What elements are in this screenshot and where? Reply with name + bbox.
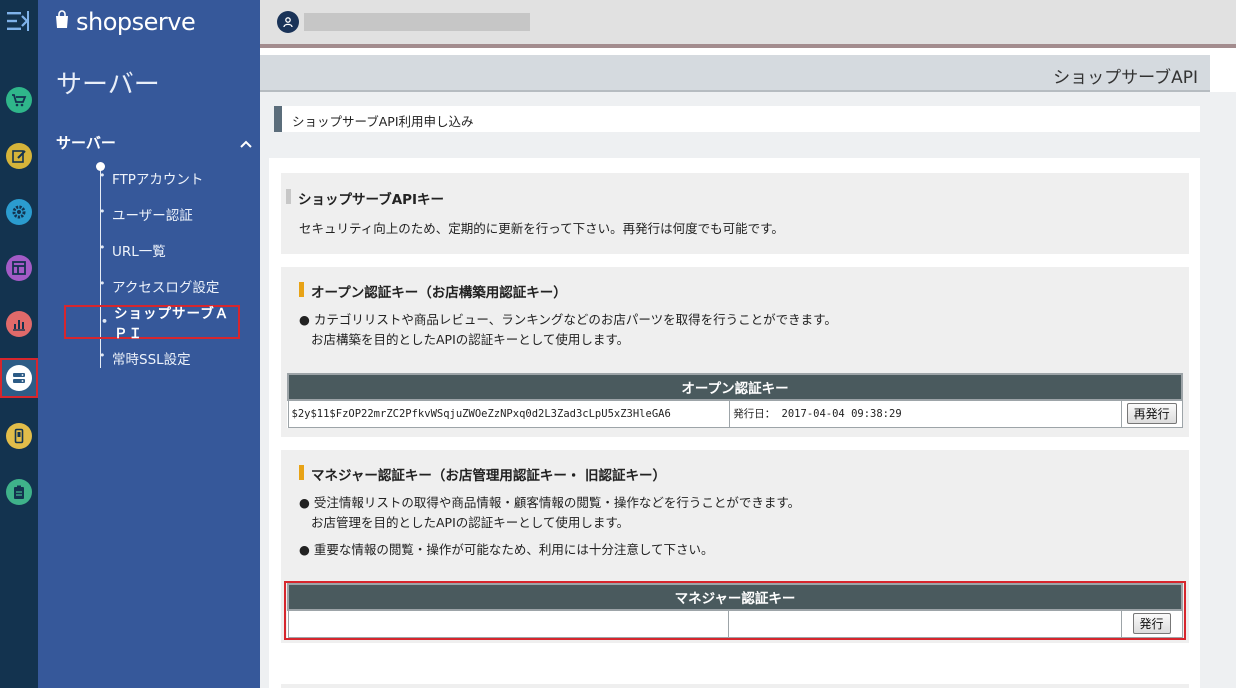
clipboard-icon xyxy=(6,479,32,505)
shopping-bag-icon xyxy=(54,10,70,34)
sidebar-item-label: 常時SSL設定 xyxy=(112,352,191,368)
chevron-up-icon xyxy=(240,134,252,152)
api-key-panel: ショップサーブAPIキー セキュリティ向上のため、定期的に更新を行って下さい。再… xyxy=(281,173,1189,254)
sidebar-item-url-list[interactable]: URL一覧 xyxy=(64,233,238,267)
user-avatar-icon[interactable] xyxy=(277,11,299,33)
sidebar: shopserve サーバー サーバー FTPアカウント ユーザー認証 URL一… xyxy=(38,0,260,688)
sidebar-item-always-ssl[interactable]: 常時SSL設定 xyxy=(64,341,238,375)
sidebar-title: サーバー xyxy=(56,70,160,100)
brand-logo[interactable]: shopserve xyxy=(54,8,196,36)
manager-key-desc-2: お店管理を目的としたAPIの認証キーとして使用します。 xyxy=(311,515,630,530)
open-key-value: $2y$11$FzOP22mrZC2PfkvWSqjuZWOeZzNPxq0d2… xyxy=(287,399,731,428)
breadcrumb-marker xyxy=(274,106,282,132)
breadcrumb-text: ショップサーブAPI利用申し込み xyxy=(292,114,474,129)
sidebar-item-label: ショップサーブＡＰＩ xyxy=(114,306,230,342)
open-key-desc-1: ● カテゴリリストや商品レビュー、ランキングなどのお店パーツを取得を行うことがで… xyxy=(299,312,837,327)
main-area: ショップサーブAPI利用申し込み ショップサーブAPIキー セキュリティ向上のた… xyxy=(260,92,1236,688)
top-header xyxy=(260,0,1236,48)
sidebar-item-shopserve-api[interactable]: ショップサーブＡＰＩ xyxy=(64,305,240,342)
open-key-action-cell: 再発行 xyxy=(1120,399,1183,428)
reissue-button[interactable]: 再発行 xyxy=(1126,403,1177,425)
rail-cart[interactable] xyxy=(0,80,38,120)
open-key-table: オープン認証キー $2y$11$FzOP22mrZC2PfkvWSqjuZWOe… xyxy=(287,373,1183,428)
open-key-panel: オープン認証キー（お店構築用認証キー） ● カテゴリリストや商品レビュー、ランキ… xyxy=(281,267,1189,437)
api-key-description: セキュリティ向上のため、定期的に更新を行って下さい。再発行は何度でも可能です。 xyxy=(299,221,784,236)
sidebar-item-label: FTPアカウント xyxy=(112,172,204,188)
sidebar-section-server[interactable]: サーバー xyxy=(56,132,252,153)
rail-layout[interactable] xyxy=(0,248,38,288)
user-name xyxy=(304,13,530,31)
manager-key-desc-3: ● 重要な情報の閲覧・操作が可能なため、利用には十分注意して下さい。 xyxy=(299,542,714,557)
cart-icon xyxy=(6,87,32,113)
mobile-icon xyxy=(6,423,32,449)
sidebar-item-user-auth[interactable]: ユーザー認証 xyxy=(64,197,238,231)
settings-icon xyxy=(6,199,32,225)
edit-icon xyxy=(6,143,32,169)
open-key-heading: オープン認証キー（お店構築用認証キー） xyxy=(299,281,567,301)
server-icon xyxy=(6,365,32,391)
manager-key-heading: マネジャー認証キー（お店管理用認証キー・ 旧認証キー） xyxy=(299,464,666,484)
rail-edit[interactable] xyxy=(0,136,38,176)
icon-rail xyxy=(0,0,38,688)
page-title-bar: ショップサーブAPI xyxy=(260,55,1210,92)
menu-toggle-icon[interactable] xyxy=(6,10,30,32)
rail-server[interactable] xyxy=(0,358,38,398)
sidebar-item-label: ユーザー認証 xyxy=(112,208,193,224)
brand-name: shopserve xyxy=(76,8,196,36)
highlight-box xyxy=(284,581,1186,640)
content-card: ショップサーブAPIキー セキュリティ向上のため、定期的に更新を行って下さい。再… xyxy=(269,158,1200,688)
api-key-heading: ショップサーブAPIキー xyxy=(286,188,444,208)
open-key-issued-date: 発行日： 2017-04-04 09:38:29 xyxy=(729,399,1122,428)
rail-mobile[interactable] xyxy=(0,416,38,456)
sidebar-section-label: サーバー xyxy=(56,134,116,152)
next-panel-edge xyxy=(281,684,1189,688)
sidebar-item-label: アクセスログ設定 xyxy=(112,280,220,296)
chart-icon xyxy=(6,311,32,337)
page-title: ショップサーブAPI xyxy=(1053,68,1198,88)
layout-icon xyxy=(6,255,32,281)
rail-clipboard[interactable] xyxy=(0,472,38,512)
manager-key-desc-1: ● 受注情報リストの取得や商品情報・顧客情報の閲覧・操作などを行うことができます… xyxy=(299,495,801,510)
open-key-desc-2: お店構築を目的としたAPIの認証キーとして使用します。 xyxy=(311,332,630,347)
sidebar-item-access-log[interactable]: アクセスログ設定 xyxy=(64,269,238,303)
manager-key-panel: マネジャー認証キー（お店管理用認証キー・ 旧認証キー） ● 受注情報リストの取得… xyxy=(281,450,1189,643)
sidebar-item-label: URL一覧 xyxy=(112,244,166,260)
sidebar-item-ftp-account[interactable]: FTPアカウント xyxy=(64,161,238,195)
open-key-table-header: オープン認証キー xyxy=(287,373,1183,401)
breadcrumb: ショップサーブAPI利用申し込み xyxy=(274,106,1200,132)
rail-settings[interactable] xyxy=(0,192,38,232)
rail-chart[interactable] xyxy=(0,304,38,344)
